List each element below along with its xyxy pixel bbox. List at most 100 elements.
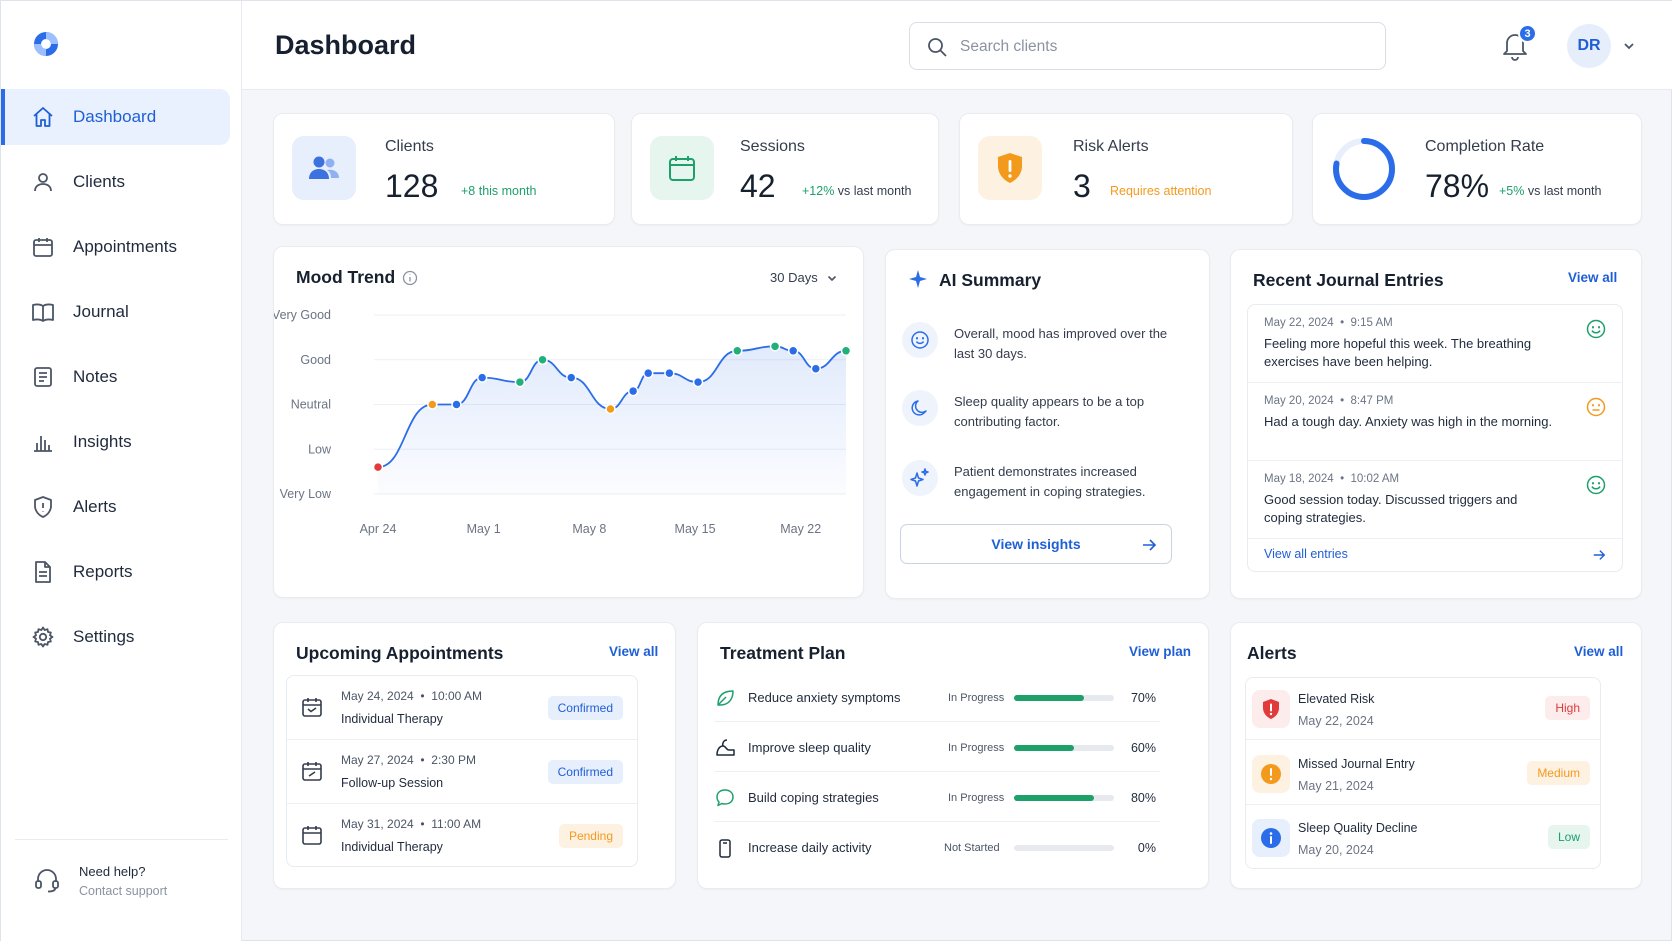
contact-support-link[interactable]: Contact support bbox=[79, 884, 228, 898]
treatment-goal-row[interactable]: Reduce anxiety symptoms In Progress 70% bbox=[714, 675, 1160, 722]
notifications-button[interactable]: 3 bbox=[1500, 24, 1537, 61]
help-title: Need help? bbox=[79, 864, 146, 879]
sidebar-item-journal[interactable]: Journal bbox=[1, 284, 230, 340]
y-tick-label: Neutral bbox=[291, 398, 331, 412]
calendar-icon bbox=[33, 238, 53, 257]
mood-point bbox=[810, 363, 822, 374]
journal-entry[interactable]: May 20, 2024 • 8:47 PM Had a tough day. … bbox=[1248, 383, 1622, 461]
sidebar-item-alerts[interactable]: Alerts bbox=[1, 479, 230, 535]
treatment-goal-row[interactable]: Build coping strategies In Progress 80% bbox=[714, 775, 1160, 822]
stat-label: Sessions bbox=[740, 138, 805, 155]
goal-progress-fill bbox=[1014, 695, 1084, 701]
stat-value: 3 bbox=[1073, 168, 1091, 204]
goal-label: Increase daily activity bbox=[748, 840, 872, 855]
stat-delta-value: +5% bbox=[1499, 184, 1525, 198]
alert-icon-box bbox=[1252, 755, 1290, 793]
search-box[interactable] bbox=[909, 22, 1386, 70]
stat-delta: +8 this month bbox=[461, 184, 537, 198]
alerts-title: Alerts bbox=[1247, 643, 1297, 663]
alert-row[interactable]: Sleep Quality Decline May 20, 2024 Low bbox=[1246, 807, 1600, 869]
view-insights-label: View insights bbox=[991, 536, 1081, 552]
appointment-row[interactable]: May 27, 2024 • 2:30 PM Follow-up Session… bbox=[287, 740, 637, 804]
sidebar-item-notes[interactable]: Notes bbox=[1, 349, 230, 405]
sidebar-item-label: Insights bbox=[73, 432, 132, 451]
sidebar-item-reports[interactable]: Reports bbox=[1, 544, 230, 600]
mood-point bbox=[537, 354, 548, 365]
ai-item-text: Patient demonstrates increased engagemen… bbox=[954, 464, 1146, 499]
smile-icon bbox=[1586, 319, 1606, 339]
arrow-right-icon bbox=[1143, 539, 1157, 551]
journal-entry-time: 10:02 AM bbox=[1350, 473, 1400, 485]
journal-entry[interactable]: May 22, 2024 • 9:15 AM Feeling more hope… bbox=[1248, 305, 1622, 383]
mood-point bbox=[732, 345, 743, 357]
x-tick-label: May 1 bbox=[467, 522, 501, 536]
range-dropdown[interactable]: 30 Days bbox=[770, 270, 838, 285]
x-tick-label: Apr 24 bbox=[360, 522, 397, 536]
sidebar-item-dashboard[interactable]: Dashboard bbox=[1, 89, 230, 145]
goal-percent: 80% bbox=[1130, 791, 1156, 805]
mood-point bbox=[627, 385, 639, 397]
search-input[interactable] bbox=[960, 34, 1360, 60]
sparkle-icon bbox=[909, 270, 927, 288]
ai-summary-title: AI Summary bbox=[939, 270, 1042, 290]
bed-icon bbox=[716, 739, 735, 756]
appointments-view-all-link[interactable]: View all bbox=[609, 644, 658, 659]
mood-area bbox=[378, 346, 846, 494]
journal-entry-time: 9:15 AM bbox=[1350, 317, 1393, 329]
stat-card-clients[interactable]: Clients 128 +8 this month bbox=[273, 113, 615, 225]
alert-row[interactable]: Missed Journal Entry May 21, 2024 Medium bbox=[1246, 743, 1600, 805]
view-plan-link[interactable]: View plan bbox=[1129, 644, 1191, 659]
appointment-date: May 31, 2024 bbox=[341, 817, 414, 831]
chevron-down-icon[interactable] bbox=[1622, 39, 1636, 53]
stat-delta: +12% vs last month bbox=[802, 184, 911, 198]
sidebar-item-label: Reports bbox=[73, 562, 133, 581]
appointment-type: Individual Therapy bbox=[341, 840, 443, 854]
ai-summary-card: AI Summary Overall, mood has improved ov… bbox=[885, 249, 1210, 599]
sidebar-item-label: Journal bbox=[73, 302, 129, 321]
mood-point bbox=[427, 399, 438, 410]
appointment-row[interactable]: May 31, 2024 • 11:00 AM Individual Thera… bbox=[287, 804, 637, 868]
leaf-icon bbox=[717, 690, 734, 706]
treatment-goal-row[interactable]: Increase daily activity Not Started 0% bbox=[714, 825, 1160, 872]
view-insights-button[interactable]: View insights bbox=[900, 524, 1172, 564]
smile-icon bbox=[911, 331, 929, 349]
mood-point bbox=[565, 372, 577, 383]
stat-card-completion-rate[interactable]: Completion Rate 78% +5% vs last month bbox=[1312, 113, 1642, 225]
alert-row[interactable]: Elevated Risk May 22, 2024 High bbox=[1246, 678, 1600, 740]
treatment-goal-row[interactable]: Improve sleep quality In Progress 60% bbox=[714, 725, 1160, 772]
journal-entry-text: Had a tough day. Anxiety was high in the… bbox=[1264, 414, 1553, 429]
journal-entry[interactable]: May 18, 2024 • 10:02 AM Good session tod… bbox=[1248, 461, 1622, 539]
info-icon[interactable] bbox=[402, 270, 418, 286]
notification-badge: 3 bbox=[1518, 24, 1537, 43]
sidebar-item-clients[interactable]: Clients bbox=[1, 154, 230, 210]
journal-view-all-link[interactable]: View all bbox=[1568, 270, 1617, 285]
goal-progress-bar bbox=[1014, 695, 1114, 701]
y-tick-label: Low bbox=[308, 442, 332, 456]
sidebar-item-insights[interactable]: Insights bbox=[1, 414, 230, 470]
top-header: Dashboard 3 DR bbox=[242, 1, 1672, 90]
stat-card-risk-alerts[interactable]: Risk Alerts 3 Requires attention bbox=[959, 113, 1293, 225]
completion-ring bbox=[1333, 138, 1395, 200]
goal-label: Improve sleep quality bbox=[748, 740, 871, 755]
alerts-view-all-link[interactable]: View all bbox=[1574, 644, 1623, 659]
help-section[interactable]: Need help? Contact support bbox=[15, 839, 228, 911]
smile-icon bbox=[1586, 475, 1606, 495]
neutral-face-icon bbox=[1586, 397, 1606, 417]
goal-label: Reduce anxiety symptoms bbox=[748, 690, 901, 705]
sidebar-item-appointments[interactable]: Appointments bbox=[1, 219, 230, 275]
app-logo-icon[interactable] bbox=[31, 29, 61, 59]
journal-entry-text: Good session today. Discussed triggers a… bbox=[1264, 492, 1518, 525]
appointment-row[interactable]: May 24, 2024 • 10:00 AM Individual Thera… bbox=[287, 676, 637, 740]
mood-point bbox=[642, 367, 654, 379]
avatar[interactable]: DR bbox=[1567, 24, 1611, 68]
view-all-entries-link[interactable]: View all entries bbox=[1264, 547, 1606, 561]
appointment-type: Follow-up Session bbox=[341, 776, 444, 790]
journal-list: May 22, 2024 • 9:15 AM Feeling more hope… bbox=[1247, 304, 1623, 572]
stat-card-sessions[interactable]: Sessions 42 +12% vs last month bbox=[631, 113, 939, 225]
goal-progress-fill bbox=[1014, 745, 1074, 751]
ai-item-icon-box bbox=[902, 322, 938, 358]
treatment-plan-card: Treatment Plan View plan Reduce anxiety … bbox=[697, 622, 1209, 889]
mood-point bbox=[787, 345, 799, 357]
sidebar-item-settings[interactable]: Settings bbox=[1, 609, 230, 665]
appointment-datetime: May 24, 2024 • 10:00 AM bbox=[341, 689, 482, 703]
